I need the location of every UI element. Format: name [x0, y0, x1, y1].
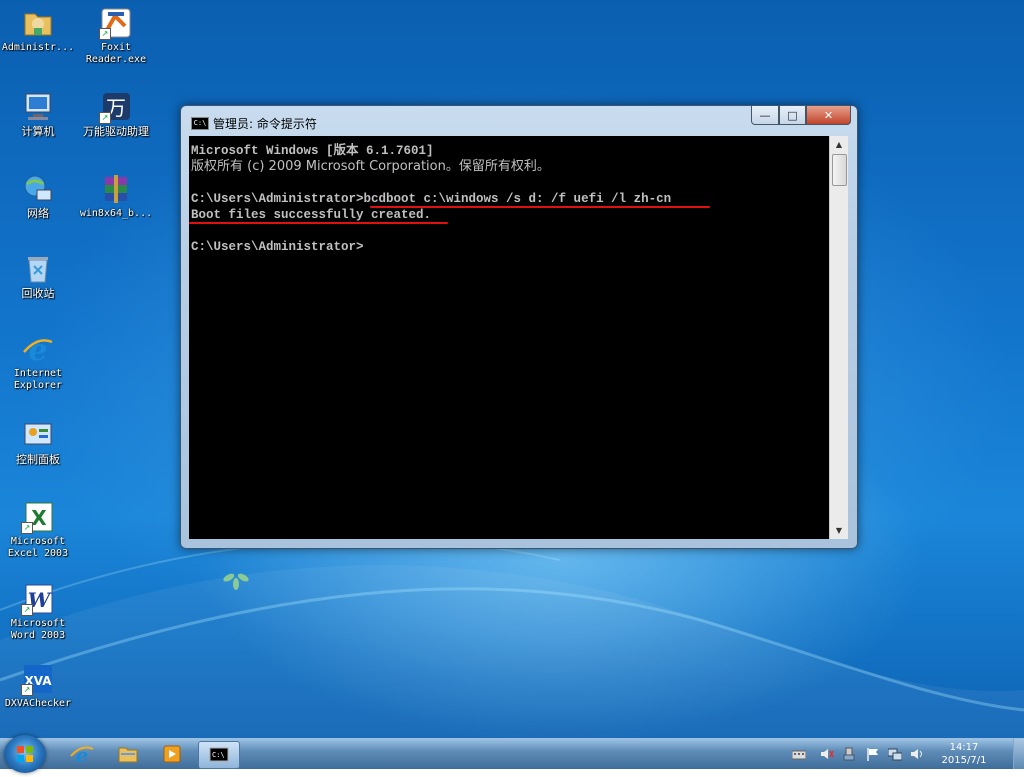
console-line: C:\Users\Administrator> [191, 240, 364, 254]
desktop-icon-administrator[interactable]: Administr... [0, 6, 76, 54]
taskbar: e C:\ 14:17 2015/7/1 [0, 735, 1024, 773]
desktop-icon-label: Internet Explorer [13, 368, 63, 391]
window-titlebar[interactable]: C:\ 管理员: 命令提示符 — □ ✕ [181, 106, 857, 136]
console-line: 版权所有 (c) 2009 Microsoft Corporation。保留所有… [191, 159, 550, 174]
desktop-icon-win8x64-archive[interactable]: win8x64_b... [78, 172, 154, 220]
media-player-icon [163, 745, 181, 763]
shortcut-arrow-icon: ↗ [21, 522, 33, 534]
internet-explorer-icon: e [21, 332, 55, 368]
desktop-icon-network[interactable]: 网络 [0, 172, 76, 220]
desktop-icon-word-2003[interactable]: W ↗ Microsoft Word 2003 [0, 582, 76, 642]
svg-text:C:\: C:\ [212, 751, 225, 759]
desktop-icon-label: DXVAChecker [4, 698, 72, 709]
driver-assistant-icon: 万 ↗ [99, 90, 133, 124]
desktop-icon-control-panel[interactable]: 控制面板 [0, 418, 76, 466]
desktop-icon-excel-2003[interactable]: X ↗ Microsoft Excel 2003 [0, 500, 76, 560]
scroll-up-arrow-icon[interactable]: ▲ [830, 136, 848, 153]
shortcut-arrow-icon: ↗ [99, 28, 111, 40]
clock-date: 2015/7/1 [941, 755, 987, 766]
network-status-icon[interactable] [888, 747, 902, 761]
volume-icon[interactable] [820, 747, 834, 761]
folder-icon [21, 6, 55, 40]
window-title: 管理员: 命令提示符 [213, 117, 317, 131]
usb-device-icon[interactable] [842, 747, 856, 761]
desktop-icon-recycle-bin[interactable]: 回收站 [0, 252, 76, 300]
network-icon [21, 172, 55, 206]
minimize-button[interactable]: — [751, 106, 779, 125]
taskbar-internet-explorer[interactable]: e [62, 741, 102, 767]
svg-text:X: X [31, 506, 47, 530]
taskbar-command-prompt[interactable]: C:\ [198, 741, 240, 769]
start-button[interactable] [4, 735, 46, 773]
shortcut-arrow-icon: ↗ [99, 112, 111, 124]
desktop-icon-label: 回收站 [21, 287, 55, 300]
command-prompt-window[interactable]: C:\ 管理员: 命令提示符 — □ ✕ Microsoft Windows [… [180, 105, 858, 549]
windows-logo-icon [17, 746, 33, 762]
desktop-icon-label: Foxit Reader.exe [85, 42, 147, 65]
keyboard-icon[interactable] [792, 747, 806, 761]
command-prompt-icon: C:\ [191, 117, 209, 130]
winrar-archive-icon [99, 172, 133, 206]
shortcut-arrow-icon: ↗ [21, 684, 33, 696]
desktop-icon-label: 网络 [27, 207, 49, 220]
folder-icon [118, 747, 138, 763]
command-underline-annotation [370, 206, 710, 208]
shortcut-arrow-icon: ↗ [21, 604, 33, 616]
desktop-icon-label: Administr... [1, 42, 75, 53]
desktop-icon-internet-explorer[interactable]: e Internet Explorer [0, 332, 76, 392]
desktop-icon-label: 控制面板 [16, 453, 60, 466]
result-underline-annotation [189, 222, 448, 224]
foxit-reader-icon: ↗ [99, 6, 133, 40]
close-button[interactable]: ✕ [806, 106, 851, 125]
word-icon: W ↗ [21, 582, 55, 616]
system-clock[interactable]: 14:17 2015/7/1 [934, 741, 994, 767]
desktop-icon-label: Microsoft Word 2003 [10, 618, 66, 641]
window-controls: — □ ✕ [751, 106, 851, 126]
internet-explorer-icon: e [70, 743, 94, 767]
desktop: Administr... ↗ Foxit Reader.exe 计算机 万 ↗ … [0, 0, 1024, 738]
console-line: Boot files successfully created. [191, 208, 432, 222]
computer-icon [21, 90, 55, 124]
desktop-icon-label: 万能驱动助理 [83, 125, 149, 138]
desktop-icon-label: win8x64_b... [79, 208, 153, 219]
desktop-icon-foxit-reader[interactable]: ↗ Foxit Reader.exe [78, 6, 154, 66]
svg-text:e: e [28, 333, 47, 366]
taskbar-media-player[interactable] [152, 741, 192, 767]
recycle-bin-icon [21, 252, 55, 286]
console-line: C:\Users\Administrator>bcdboot c:\window… [191, 192, 672, 206]
console-output[interactable]: Microsoft Windows [版本 6.1.7601] 版权所有 (c)… [189, 136, 829, 539]
dxvachecker-icon: XVA ↗ [21, 662, 55, 696]
vertical-scrollbar[interactable]: ▲ ▼ [829, 136, 848, 539]
command-prompt-icon: C:\ [209, 747, 229, 762]
excel-icon: X ↗ [21, 500, 55, 534]
scroll-thumb[interactable] [832, 154, 847, 186]
desktop-icon-driver-assistant[interactable]: 万 ↗ 万能驱动助理 [78, 90, 154, 138]
control-panel-icon [21, 418, 55, 452]
action-center-flag-icon[interactable] [866, 747, 880, 761]
desktop-icon-label: 计算机 [21, 125, 55, 138]
maximize-button[interactable]: □ [779, 106, 806, 125]
clock-time: 14:17 [949, 742, 979, 753]
console-line: Microsoft Windows [版本 6.1.7601] [191, 144, 434, 158]
system-tray: 14:17 2015/7/1 [784, 739, 1024, 769]
scroll-down-arrow-icon[interactable]: ▼ [830, 522, 848, 539]
desktop-icon-label: Microsoft Excel 2003 [7, 536, 69, 559]
speaker-icon[interactable] [910, 747, 924, 761]
desktop-icon-computer[interactable]: 计算机 [0, 90, 76, 138]
desktop-icon-dxvachecker[interactable]: XVA ↗ DXVAChecker [0, 662, 76, 710]
taskbar-windows-explorer[interactable] [108, 741, 148, 767]
show-desktop-button[interactable] [1013, 739, 1024, 769]
